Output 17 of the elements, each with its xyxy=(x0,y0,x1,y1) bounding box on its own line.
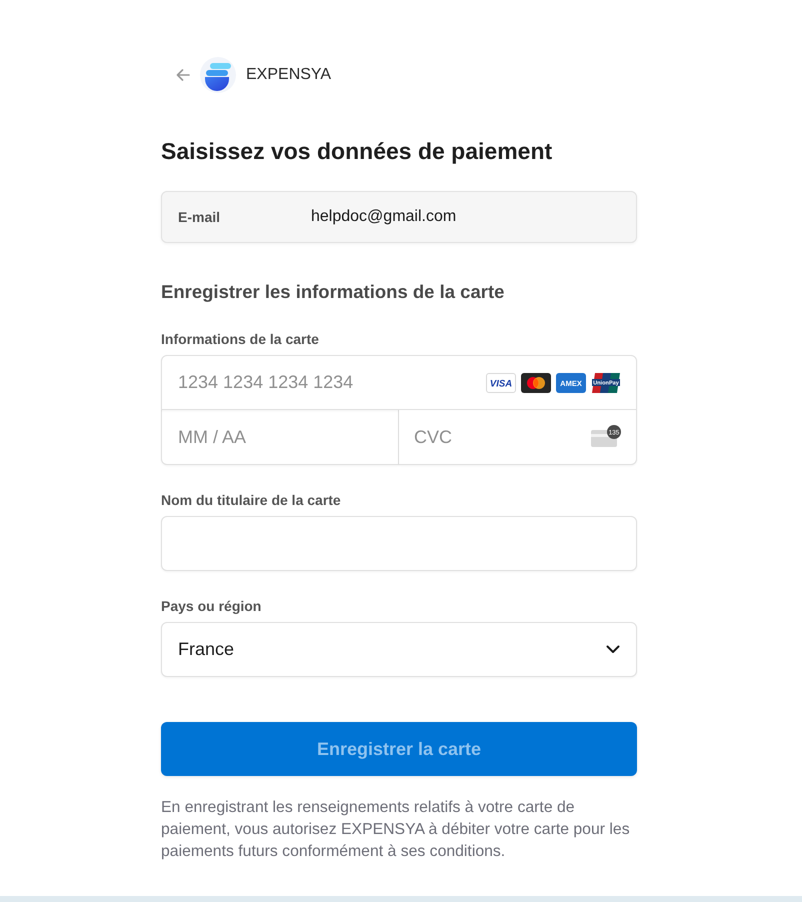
country-select[interactable]: France xyxy=(161,622,637,677)
email-value: helpdoc@gmail.com xyxy=(311,208,456,226)
chevron-down-icon xyxy=(606,645,620,654)
page-title: Saisissez vos données de paiement xyxy=(161,137,554,166)
card-brand-icon xyxy=(521,373,551,393)
field-label: Nom du titulaire de la carte xyxy=(161,491,342,510)
field-label: Informations de la carte xyxy=(161,330,320,349)
email-label: E-mail xyxy=(178,209,222,225)
expiry-field[interactable]: MM / AA xyxy=(161,410,399,465)
disclaimer-text: En enregistrant les renseignements relatifs à votre carte de paiement, vous autorisez EXPENSYA à débiter votre carte pour les paiements futurs conformément à ses conditions. xyxy=(161,798,631,862)
card-brand-icon: VISA xyxy=(486,373,516,393)
logo-icon xyxy=(200,57,236,93)
field-label: Pays ou région xyxy=(161,597,262,616)
cardholder-name-field[interactable] xyxy=(161,516,637,571)
section-heading: Enregistrer les informations de la carte xyxy=(161,280,506,304)
back-arrow-icon[interactable] xyxy=(176,69,190,81)
brand-name: EXPENSYA xyxy=(246,66,332,84)
